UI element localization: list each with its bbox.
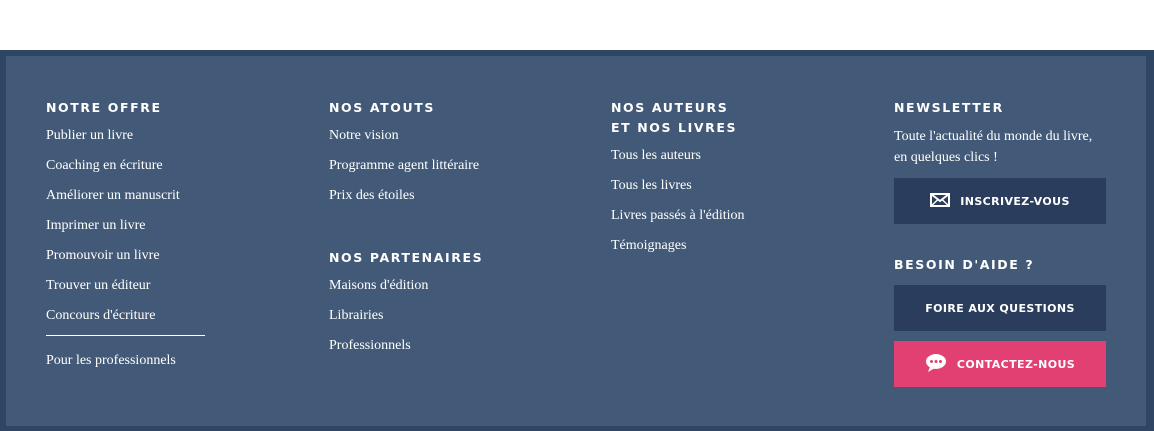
link-coaching-ecriture[interactable]: Coaching en écriture [46,158,163,173]
faq-button[interactable]: FOIRE AUX QUESTIONS [894,285,1106,331]
link-tous-les-livres[interactable]: Tous les livres [611,178,692,193]
subscribe-button[interactable]: INSCRIVEZ-VOUS [894,178,1106,224]
list-item: Améliorer un manuscrit [46,181,205,211]
list-item: Tous les auteurs [611,141,745,171]
contact-label: CONTACTEZ-NOUS [956,357,1076,371]
list-nos-atouts: Notre vision Programme agent littéraire … [329,121,483,211]
heading-nos-partenaires: NOS PARTENAIRES [329,250,484,265]
list-item: Pour les professionnels [46,346,205,376]
link-notre-vision[interactable]: Notre vision [329,128,399,143]
heading-besoin-aide: BESOIN D'AIDE ? [894,257,1035,272]
chat-bubble-icon [925,353,947,376]
link-tous-les-auteurs[interactable]: Tous les auteurs [611,148,701,163]
list-item: Maisons d'édition [329,271,483,301]
list-item: Imprimer un livre [46,211,205,241]
list-item: Prix des étoiles [329,181,483,211]
link-imprimer-un-livre[interactable]: Imprimer un livre [46,218,146,233]
link-trouver-editeur[interactable]: Trouver un éditeur [46,278,150,293]
list-item: Trouver un éditeur [46,271,205,301]
list-item: Livres passés à l'édition [611,201,745,231]
list-item: Publier un livre [46,121,205,151]
list-item: Librairies [329,301,483,331]
link-promouvoir-un-livre[interactable]: Promouvoir un livre [46,248,160,263]
list-nos-partenaires: Maisons d'édition Librairies Professionn… [329,271,483,361]
link-programme-agent[interactable]: Programme agent littéraire [329,158,479,173]
column-nos-auteurs: NOS AUTEURS ET NOS LIVRES Tous les auteu… [611,98,745,261]
heading-nos-auteurs: NOS AUTEURS [611,100,729,115]
heading-nos-atouts: NOS ATOUTS [329,100,435,115]
list-item: Promouvoir un livre [46,241,205,271]
link-publier-un-livre[interactable]: Publier un livre [46,128,133,143]
list-item: Programme agent littéraire [329,151,483,181]
heading-notre-offre: NOTRE OFFRE [46,100,162,115]
faq-label: FOIRE AUX QUESTIONS [925,301,1075,315]
envelope-icon [930,192,951,210]
link-librairies[interactable]: Librairies [329,308,383,323]
list-notre-offre: Publier un livre Coaching en écriture Am… [46,121,205,331]
column-notre-offre: NOTRE OFFRE Publier un livre Coaching en… [46,98,205,376]
list-item: Notre vision [329,121,483,151]
link-professionnels[interactable]: Professionnels [329,338,411,353]
list-item: Professionnels [329,331,483,361]
link-concours-ecriture[interactable]: Concours d'écriture [46,308,155,323]
link-maisons-edition[interactable]: Maisons d'édition [329,278,428,293]
heading-newsletter: NEWSLETTER [894,100,1004,115]
link-pour-les-professionnels[interactable]: Pour les professionnels [46,353,176,368]
list-item: Témoignages [611,231,745,261]
newsletter-description: Toute l'actualité du monde du livre, en … [894,129,1093,165]
list-item: Tous les livres [611,171,745,201]
subscribe-label: INSCRIVEZ-VOUS [960,194,1070,208]
link-ameliorer-manuscrit[interactable]: Améliorer un manuscrit [46,188,180,203]
link-temoignages[interactable]: Témoignages [611,238,686,253]
list-pro: Pour les professionnels [46,346,205,376]
list-item: Concours d'écriture [46,301,205,331]
link-livres-passes-edition[interactable]: Livres passés à l'édition [611,208,745,223]
contact-button[interactable]: CONTACTEZ-NOUS [894,341,1106,387]
list-nos-auteurs: Tous les auteurs Tous les livres Livres … [611,141,745,261]
divider [46,335,205,336]
column-newsletter: NEWSLETTER Toute l'actualité du monde du… [894,98,1106,387]
link-prix-etoiles[interactable]: Prix des étoiles [329,188,415,203]
heading-et-nos-livres: ET NOS LIVRES [611,120,738,135]
column-nos-atouts: NOS ATOUTS Notre vision Programme agent … [329,98,483,361]
list-item: Coaching en écriture [46,151,205,181]
